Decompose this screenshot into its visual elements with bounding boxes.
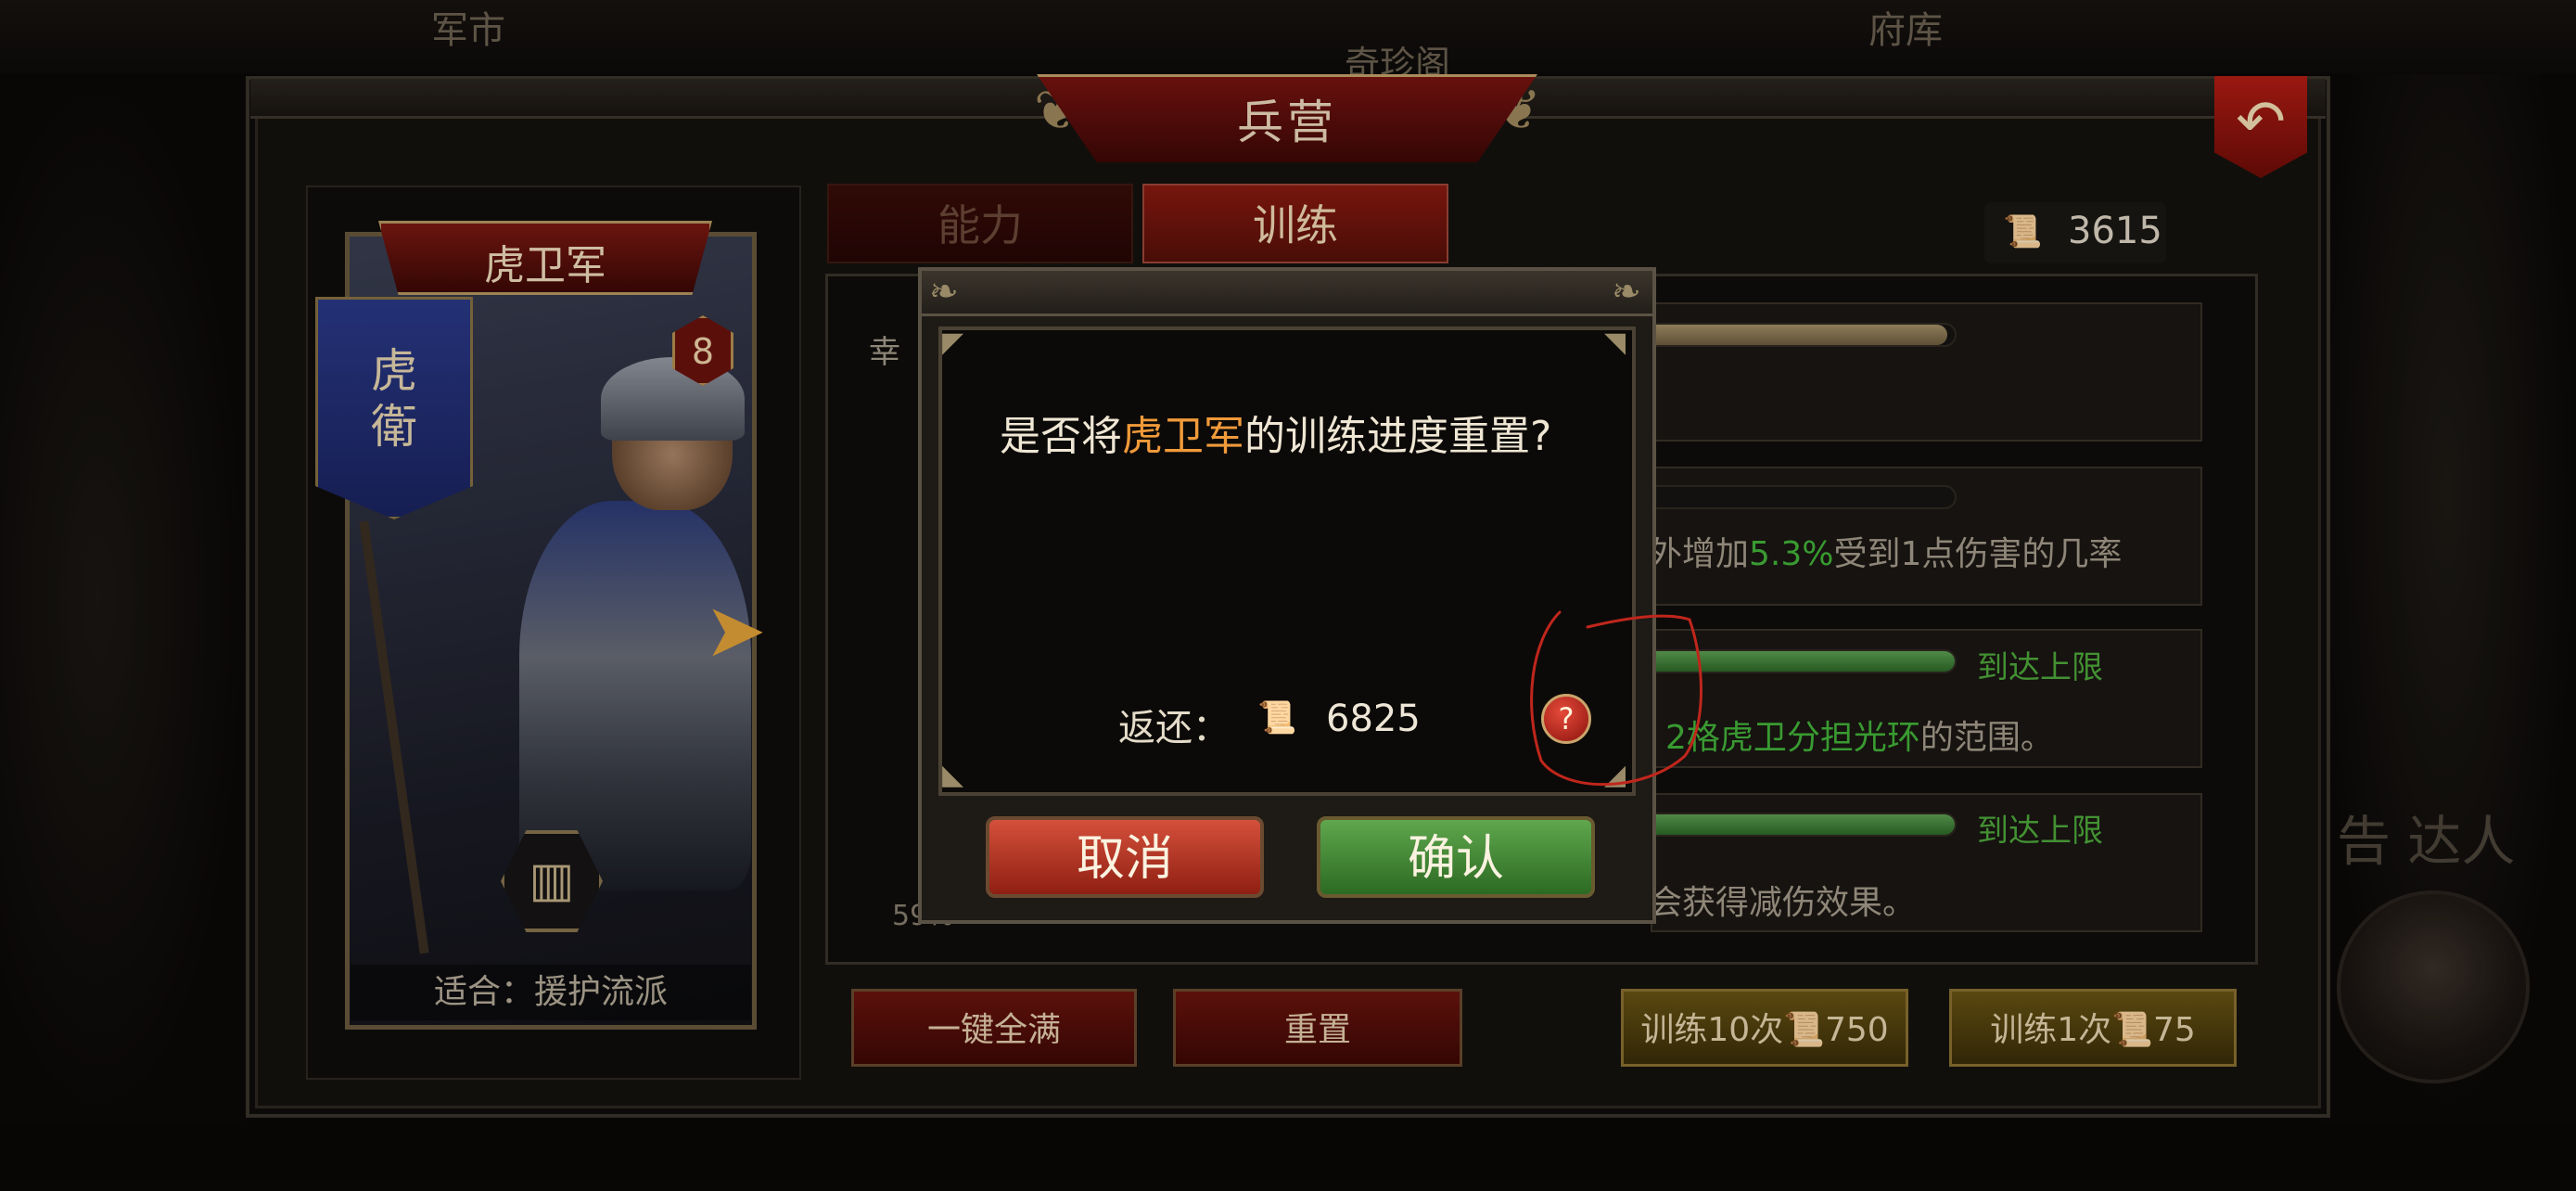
confirm-button[interactable]: 确认	[1317, 816, 1595, 898]
dialog-message: 是否将虎卫军的训练进度重置?	[1000, 408, 1593, 466]
cancel-button[interactable]: 取消	[986, 816, 1264, 898]
corner-ornament-icon: ◣	[942, 759, 964, 791]
scroll-icon: 📜	[1257, 699, 1297, 736]
corner-ornament-icon: ◤	[942, 327, 964, 359]
corner-ornament-icon: ◥	[1604, 327, 1626, 359]
corner-ornament-icon: ❧	[929, 271, 959, 312]
message-unit-name: 虎卫军	[1122, 413, 1244, 460]
refund-value: 6825	[1326, 698, 1421, 740]
message-text: 的训练进度重置?	[1244, 413, 1552, 460]
hand-drawn-annotation	[1530, 610, 1702, 787]
corner-ornament-icon: ❧	[1612, 271, 1641, 312]
refund-label: 返还：	[1118, 707, 1230, 749]
dialog-header	[922, 271, 1652, 316]
message-text: 是否将	[1000, 413, 1122, 460]
